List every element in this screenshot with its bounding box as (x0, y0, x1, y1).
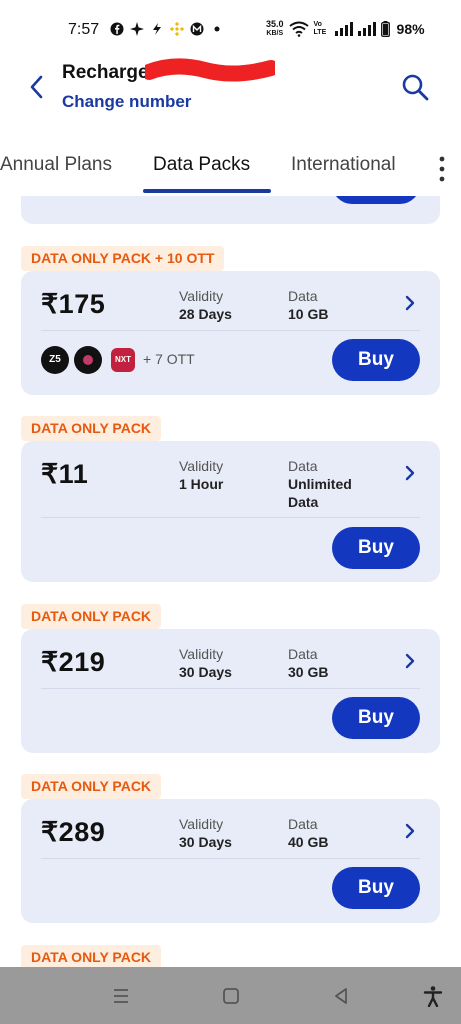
buy-button[interactable]: Buy (332, 867, 420, 909)
plan-price: ₹219 (41, 647, 106, 677)
system-nav-bar (0, 967, 461, 1024)
data-value: Unlimited Data (288, 476, 352, 510)
home-icon[interactable] (220, 985, 242, 1007)
validity-label: Validity (179, 816, 224, 832)
status-bar: 7:57 35.0 KB/S Vo LTE 98% (0, 0, 461, 58)
sun-nxt-icon: NXT (111, 348, 135, 372)
more-options-icon[interactable] (438, 155, 446, 183)
facebook-icon (110, 22, 124, 36)
chevron-right-icon[interactable] (403, 653, 417, 669)
plan-card[interactable]: ₹175 Validity 28 Days Data 10 GB Z5 NXT … (21, 271, 440, 395)
plan-price: ₹175 (41, 289, 106, 319)
plan-card-previous (21, 196, 440, 224)
speed-value: 35.0 (266, 19, 284, 29)
chevron-right-icon[interactable] (403, 465, 417, 481)
card-divider (41, 517, 420, 518)
battery-percent: 98% (396, 21, 425, 37)
sparkle-icon (130, 22, 144, 36)
validity-value: 28 Days (179, 306, 232, 322)
plan-card[interactable]: ₹219 Validity 30 Days Data 30 GB Buy (21, 629, 440, 753)
tab-data-packs[interactable]: Data Packs (153, 154, 250, 176)
plan-tag: DATA ONLY PACK + 10 OTT (21, 246, 225, 271)
buy-button-partial[interactable] (332, 196, 420, 204)
plan-tag: DATA ONLY PACK (21, 416, 162, 441)
buy-button[interactable]: Buy (332, 527, 420, 569)
search-icon[interactable] (400, 72, 430, 102)
app-header: Recharge Change number (0, 58, 461, 128)
wifi-icon (288, 21, 309, 37)
notification-icons (110, 22, 224, 36)
chevron-right-icon[interactable] (403, 823, 417, 839)
plan-tag: DATA ONLY PACK (21, 774, 162, 799)
data-value: 30 GB (288, 664, 329, 680)
data-value: 10 GB (288, 306, 329, 322)
validity-value: 30 Days (179, 834, 232, 850)
chevron-right-icon[interactable] (403, 295, 417, 311)
ott-more-count: + 7 OTT (143, 351, 195, 367)
buy-button[interactable]: Buy (332, 339, 420, 381)
sony-liv-icon (74, 346, 102, 374)
battery-icon (380, 21, 390, 37)
plan-tag: DATA ONLY PACK (21, 604, 162, 629)
tab-international[interactable]: International (291, 154, 419, 176)
data-label: Data (288, 816, 318, 832)
page-title: Recharge (62, 62, 149, 83)
status-time: 7:57 (68, 21, 100, 38)
plan-price: ₹11 (41, 459, 89, 489)
app-m-icon (190, 22, 204, 36)
speed-unit: KB/S (266, 30, 284, 37)
plans-list[interactable]: DATA ONLY PACK + 10 OTT ₹175 Validity 28… (0, 196, 461, 967)
plan-tag: DATA ONLY PACK (21, 945, 162, 967)
card-divider (41, 330, 420, 331)
validity-label: Validity (179, 288, 224, 304)
data-label: Data (288, 458, 318, 474)
signal-2-icon (357, 22, 376, 36)
accessibility-icon[interactable] (422, 985, 444, 1007)
change-number-link[interactable]: Change number (62, 92, 191, 112)
data-value: 40 GB (288, 834, 329, 850)
plan-card[interactable]: ₹289 Validity 30 Days Data 40 GB Buy (21, 799, 440, 923)
tab-annual-plans[interactable]: Annual Plans (0, 154, 112, 176)
volte-label: Vo LTE (313, 21, 327, 36)
redaction-scribble (145, 58, 275, 82)
active-tab-indicator (143, 189, 271, 193)
data-label: Data (288, 646, 318, 662)
validity-value: 1 Hour (179, 476, 224, 492)
recent-apps-icon[interactable] (110, 985, 132, 1007)
binance-icon (170, 22, 184, 36)
dot-icon (214, 26, 220, 32)
plan-tabs: Annual Plans Data Packs International (0, 140, 461, 196)
card-divider (41, 858, 420, 859)
system-icons: 35.0 KB/S Vo LTE 98% (266, 20, 425, 38)
validity-value: 30 Days (179, 664, 232, 680)
card-divider (41, 688, 420, 689)
data-label: Data (288, 288, 318, 304)
flash-icon (153, 23, 161, 35)
plan-price: ₹289 (41, 817, 106, 847)
back-nav-icon[interactable] (330, 985, 352, 1007)
buy-button[interactable]: Buy (332, 697, 420, 739)
signal-icon (334, 22, 353, 36)
network-speed: 35.0 KB/S (266, 20, 284, 38)
plan-card[interactable]: ₹11 Validity 1 Hour Data Unlimited Data … (21, 441, 440, 582)
zee5-icon: Z5 (41, 346, 69, 374)
back-arrow-icon[interactable] (26, 72, 48, 102)
validity-label: Validity (179, 646, 224, 662)
validity-label: Validity (179, 458, 224, 474)
